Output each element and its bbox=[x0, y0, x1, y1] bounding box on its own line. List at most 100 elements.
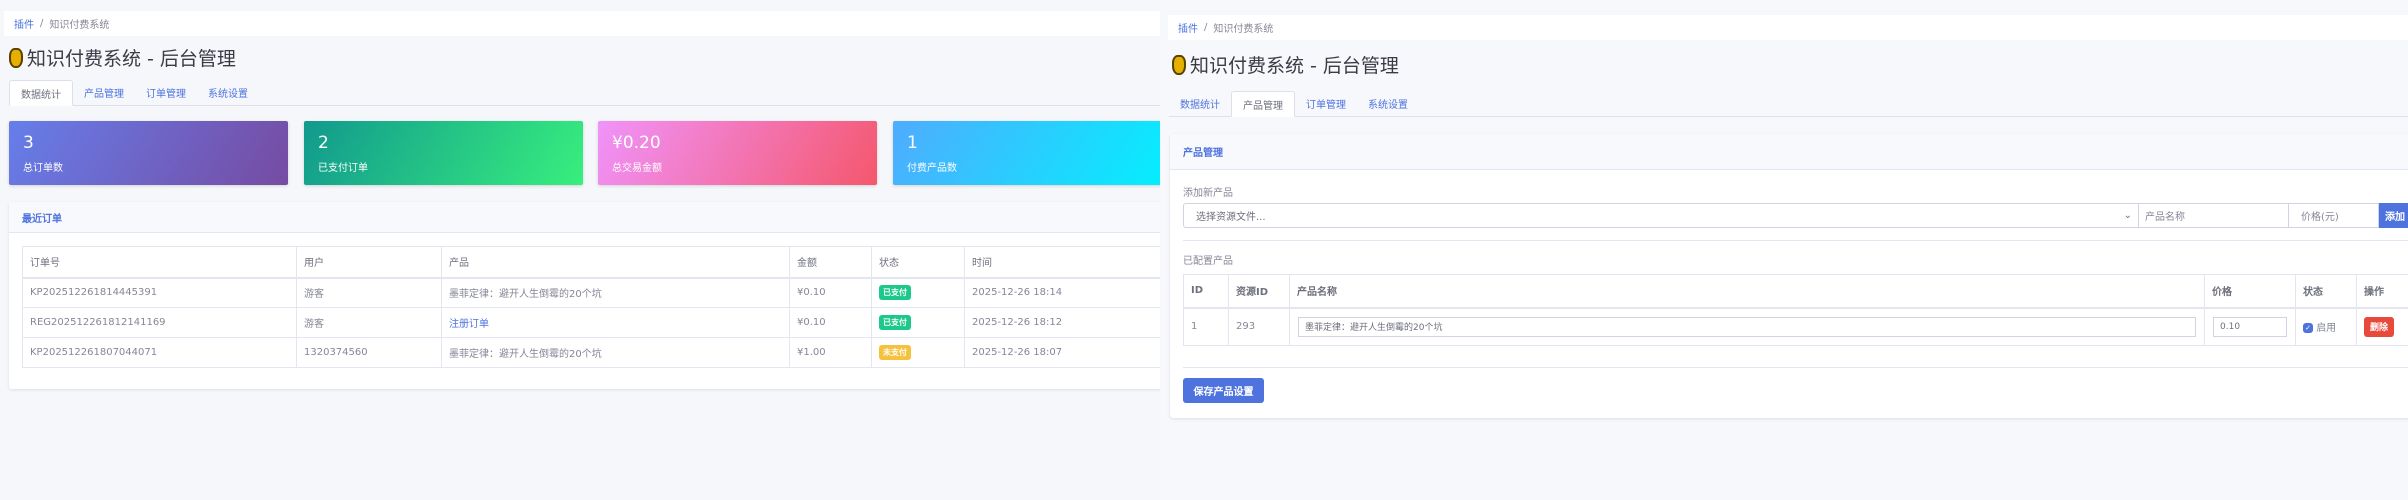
tab-orders[interactable]: 订单管理 bbox=[135, 80, 197, 105]
resource-select-value: 选择资源文件... bbox=[1196, 212, 1266, 223]
table-row: REG202512261812141169 游客 注册订单 ¥0.10 已支付 … bbox=[22, 307, 1160, 338]
save-products-button[interactable]: 保存产品设置 bbox=[1183, 378, 1264, 403]
breadcrumb-separator: / bbox=[40, 18, 44, 29]
order-status: 未支付 bbox=[871, 337, 965, 368]
resource-select[interactable]: 选择资源文件... ⌄ bbox=[1183, 203, 2139, 228]
products-table: ID 资源ID 产品名称 价格 状态 操作 1 293 墨菲定律：避开人生倒霉的… bbox=[1183, 274, 2408, 346]
stat-label: 已支付订单 bbox=[318, 163, 368, 174]
order-time: 2025-12-26 18:07 bbox=[964, 337, 1160, 368]
stat-value: 3 bbox=[23, 133, 34, 153]
column-header: 资源ID bbox=[1228, 274, 1290, 309]
product-panel-header: 产品管理 bbox=[1170, 134, 2408, 170]
price-cell: 0.10 bbox=[2204, 307, 2296, 346]
add-product-form: 选择资源文件... ⌄ 产品名称 价格(元) 添加 bbox=[1183, 203, 2408, 228]
column-header: 产品 bbox=[441, 246, 790, 279]
table-header-row: ID 资源ID 产品名称 价格 状态 操作 bbox=[1183, 274, 2408, 309]
enabled-checkbox[interactable]: ✓ bbox=[2303, 323, 2313, 334]
stat-value: 2 bbox=[318, 133, 329, 153]
configured-products-label: 已配置产品 bbox=[1183, 256, 1233, 267]
tab-settings[interactable]: 系统设置 bbox=[1357, 91, 1419, 116]
status-badge: 未支付 bbox=[879, 345, 911, 360]
order-time: 2025-12-26 18:12 bbox=[964, 307, 1160, 338]
page-title-text: 知识付费系统 - 后台管理 bbox=[1190, 55, 1399, 77]
money-bag-icon bbox=[9, 47, 23, 68]
column-header: 订单号 bbox=[22, 246, 297, 279]
order-status: 已支付 bbox=[871, 307, 965, 338]
stat-label: 付费产品数 bbox=[907, 163, 957, 174]
column-header: 时间 bbox=[964, 246, 1160, 279]
action-cell: 删除 bbox=[2356, 307, 2408, 346]
recent-orders-panel: 最近订单 订单号 用户 产品 金额 状态 时间 KP20251226181444… bbox=[9, 202, 1160, 389]
column-header: 用户 bbox=[296, 246, 442, 279]
column-header: ID bbox=[1183, 274, 1229, 309]
column-header: 状态 bbox=[871, 246, 965, 279]
stat-label: 总交易金额 bbox=[612, 163, 662, 174]
order-user: 游客 bbox=[296, 307, 442, 338]
tab-bar: 数据统计 产品管理 订单管理 系统设置 bbox=[9, 80, 1160, 106]
product-id: 1 bbox=[1183, 307, 1229, 346]
delete-button[interactable]: 删除 bbox=[2364, 316, 2394, 337]
table-header-row: 订单号 用户 产品 金额 状态 时间 bbox=[22, 246, 1160, 279]
order-id: REG202512261812141169 bbox=[22, 307, 297, 338]
page-title: 知识付费系统 - 后台管理 bbox=[9, 44, 236, 71]
stat-card-paid-orders: 2 已支付订单 bbox=[304, 121, 583, 185]
status-cell: ✓ 启用 bbox=[2295, 307, 2357, 346]
status-badge: 已支付 bbox=[879, 285, 911, 301]
money-bag-icon bbox=[1172, 54, 1186, 75]
tab-settings[interactable]: 系统设置 bbox=[197, 80, 259, 105]
product-name-value: 墨菲定律：避开人生倒霉的20个坑 bbox=[1305, 323, 1443, 334]
stat-value: 1 bbox=[907, 133, 918, 153]
stat-card-total-orders: 3 总订单数 bbox=[9, 121, 288, 185]
product-name-cell: 墨菲定律：避开人生倒霉的20个坑 bbox=[1289, 307, 2205, 346]
order-amount: ¥1.00 bbox=[789, 337, 872, 368]
order-time: 2025-12-26 18:14 bbox=[964, 277, 1160, 308]
price-field[interactable]: 0.10 bbox=[2213, 316, 2287, 337]
column-header: 价格 bbox=[2204, 274, 2296, 309]
page-title-text: 知识付费系统 - 后台管理 bbox=[27, 48, 236, 70]
price-input[interactable]: 价格(元) bbox=[2289, 203, 2379, 228]
recent-orders-header: 最近订单 bbox=[9, 202, 1160, 233]
add-product-label: 添加新产品 bbox=[1183, 188, 1233, 199]
tab-bar: 数据统计 产品管理 订单管理 系统设置 bbox=[1169, 91, 2408, 117]
stat-value: ¥0.20 bbox=[612, 133, 661, 153]
breadcrumb-root-link[interactable]: 插件 bbox=[1178, 20, 1198, 35]
breadcrumb: 插件 / 知识付费系统 bbox=[1168, 15, 2408, 40]
breadcrumb-root-link[interactable]: 插件 bbox=[14, 16, 34, 31]
chevron-down-icon: ⌄ bbox=[2123, 210, 2132, 221]
price-value: 0.10 bbox=[2220, 321, 2241, 332]
product-name-input[interactable]: 产品名称 bbox=[2139, 203, 2289, 228]
order-user: 游客 bbox=[296, 277, 442, 308]
product-name-placeholder: 产品名称 bbox=[2145, 212, 2185, 223]
divider bbox=[1183, 240, 2408, 241]
order-id: KP202512261807044071 bbox=[22, 337, 297, 368]
order-product: 墨菲定律：避开人生倒霉的20个坑 bbox=[441, 277, 790, 308]
resource-id: 293 bbox=[1228, 307, 1290, 346]
orders-table: 订单号 用户 产品 金额 状态 时间 KP20251226181444539​1… bbox=[22, 246, 1160, 368]
tab-stats[interactable]: 数据统计 bbox=[1169, 91, 1231, 116]
status-label: 启用 bbox=[2316, 323, 2337, 335]
dashboard-view: 插件 / 知识付费系统 知识付费系统 - 后台管理 数据统计 产品管理 订单管理 系… bbox=[0, 0, 1160, 500]
add-product-button[interactable]: 添加 bbox=[2379, 203, 2408, 228]
stat-card-paid-products: 1 付费产品数 bbox=[893, 121, 1160, 185]
order-id: KP20251226181444539​1 bbox=[22, 277, 297, 308]
table-row: KP20251226181444539​1 游客 墨菲定律：避开人生倒霉的20个… bbox=[22, 277, 1160, 308]
column-header: 产品名称 bbox=[1289, 274, 2205, 309]
product-management-panel: 产品管理 添加新产品 选择资源文件... ⌄ 产品名称 价格(元) 添加 已配置产… bbox=[1170, 134, 2408, 418]
order-amount: ¥0.10 bbox=[789, 277, 872, 308]
product-name-field[interactable]: 墨菲定律：避开人生倒霉的20个坑 bbox=[1298, 316, 2196, 337]
stat-card-total-amount: ¥0.20 总交易金额 bbox=[598, 121, 877, 185]
stat-label: 总订单数 bbox=[23, 163, 63, 174]
table-row: 1 293 墨菲定律：避开人生倒霉的20个坑 0.10 ✓ 启用 删除 bbox=[1183, 307, 2408, 346]
tab-products[interactable]: 产品管理 bbox=[1231, 91, 1295, 117]
column-header: 操作 bbox=[2356, 274, 2408, 309]
order-product: 墨菲定律：避开人生倒霉的20个坑 bbox=[441, 337, 790, 368]
divider bbox=[1183, 367, 2408, 368]
tab-products[interactable]: 产品管理 bbox=[73, 80, 135, 105]
status-badge: 已支付 bbox=[879, 315, 911, 330]
tab-stats[interactable]: 数据统计 bbox=[9, 80, 73, 106]
order-product-link[interactable]: 注册订单 bbox=[441, 307, 790, 338]
price-placeholder: 价格(元) bbox=[2301, 212, 2339, 223]
page-title: 知识付费系统 - 后台管理 bbox=[1172, 51, 1399, 78]
tab-orders[interactable]: 订单管理 bbox=[1295, 91, 1357, 116]
breadcrumb-separator: / bbox=[1204, 22, 1208, 33]
